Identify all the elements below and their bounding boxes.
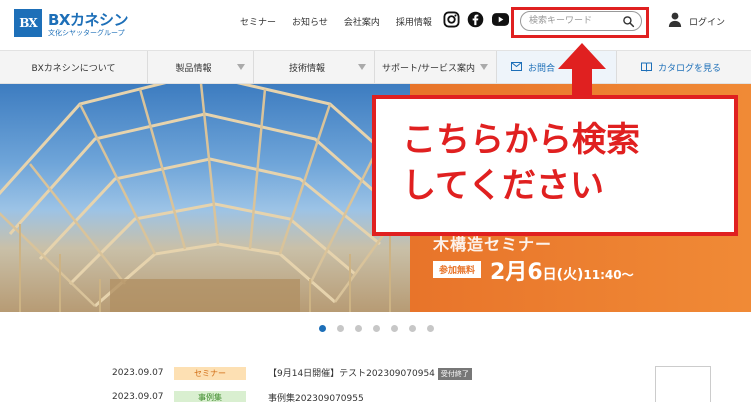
date-day: 6 — [527, 260, 543, 285]
nav-contact-label: お問合 — [528, 63, 556, 74]
chevron-down-icon — [237, 64, 245, 70]
brand-logo-mark[interactable]: BX — [14, 9, 42, 37]
status-badge: 受付終了 — [437, 368, 472, 380]
free-badge: 参加無料 — [433, 261, 481, 278]
site-header: BX BXカネシン 文化シヤッターグループ セミナー お知らせ 会社案内 採用情… — [0, 0, 751, 46]
carousel-dot[interactable] — [319, 325, 326, 332]
chevron-down-icon — [358, 64, 366, 70]
news-title-text: 事例集202309070955 — [268, 393, 364, 402]
news-title-text: 【9月14日開催】テスト202309070954 — [268, 369, 435, 379]
nav-about-label: BXカネシンについて — [31, 63, 116, 74]
topnav-recruit[interactable]: 採用情報 — [396, 15, 432, 28]
date-month: 2月 — [490, 260, 528, 285]
carousel-dot[interactable] — [391, 325, 398, 332]
nav-catalog-label: カタログを見る — [658, 63, 722, 74]
timber-frame-illustration — [0, 84, 410, 312]
annotation-callout: こちらから検索 してください — [372, 95, 738, 236]
carousel-dot[interactable] — [337, 325, 344, 332]
side-banner-box[interactable] — [655, 366, 711, 402]
news-date: 2023.09.07 — [112, 392, 164, 402]
news-category-badge: 事例集 — [174, 390, 246, 402]
nav-products-label: 製品情報 — [175, 63, 212, 74]
news-item[interactable]: 2023.09.07 セミナー 【9月14日開催】テスト202309070954… — [112, 366, 472, 380]
youtube-icon[interactable] — [491, 11, 510, 28]
chevron-down-icon — [480, 64, 488, 70]
nav-support[interactable]: サポート/サービス案内 — [375, 51, 497, 83]
date-weekday: (火) — [556, 267, 584, 283]
nav-catalog[interactable]: カタログを見る — [617, 51, 751, 83]
carousel-dot[interactable] — [427, 325, 434, 332]
news-date: 2023.09.07 — [112, 368, 164, 378]
news-item[interactable]: 2023.09.07 事例集 事例集202309070955 — [112, 390, 364, 402]
nav-about[interactable]: BXカネシンについて — [0, 51, 148, 83]
nav-products[interactable]: 製品情報 — [148, 51, 254, 83]
login-link[interactable]: ログイン — [689, 15, 725, 28]
facebook-icon[interactable] — [467, 11, 484, 28]
date-day-suffix: 日 — [542, 267, 557, 283]
instagram-icon[interactable] — [443, 11, 460, 28]
main-nav: BXカネシンについて 製品情報 技術情報 サポート/サービス案内 お問合 カタロ… — [0, 50, 751, 84]
user-icon[interactable] — [668, 12, 682, 27]
carousel-dot[interactable] — [409, 325, 416, 332]
annotation-text: こちらから検索 してください — [402, 120, 640, 206]
news-title[interactable]: 【9月14日開催】テスト202309070954 受付終了 — [268, 366, 472, 380]
search-highlight-frame — [511, 7, 649, 38]
top-nav: セミナー お知らせ 会社案内 採用情報 — [240, 15, 448, 28]
nav-support-label: サポート/サービス案内 — [381, 63, 476, 74]
topnav-news[interactable]: お知らせ — [292, 15, 328, 28]
nav-technical[interactable]: 技術情報 — [254, 51, 375, 83]
mail-icon — [511, 62, 522, 71]
news-title[interactable]: 事例集202309070955 — [268, 391, 364, 402]
up-arrow-icon — [558, 43, 606, 99]
nav-technical-label: 技術情報 — [288, 63, 325, 74]
carousel-dot[interactable] — [355, 325, 362, 332]
carousel-dot[interactable] — [373, 325, 380, 332]
topnav-seminar[interactable]: セミナー — [240, 15, 276, 28]
topnav-company[interactable]: 会社案内 — [344, 15, 380, 28]
news-category-badge: セミナー — [174, 366, 246, 380]
book-icon — [641, 62, 652, 72]
carousel-dots — [319, 325, 434, 332]
date-time: 11:40～ — [583, 268, 634, 282]
brand-name[interactable]: BXカネシン — [48, 9, 129, 30]
hero-event-date: 2月6日(火)11:40～ — [490, 254, 634, 286]
brand-subtitle: 文化シヤッターグループ — [48, 29, 125, 37]
